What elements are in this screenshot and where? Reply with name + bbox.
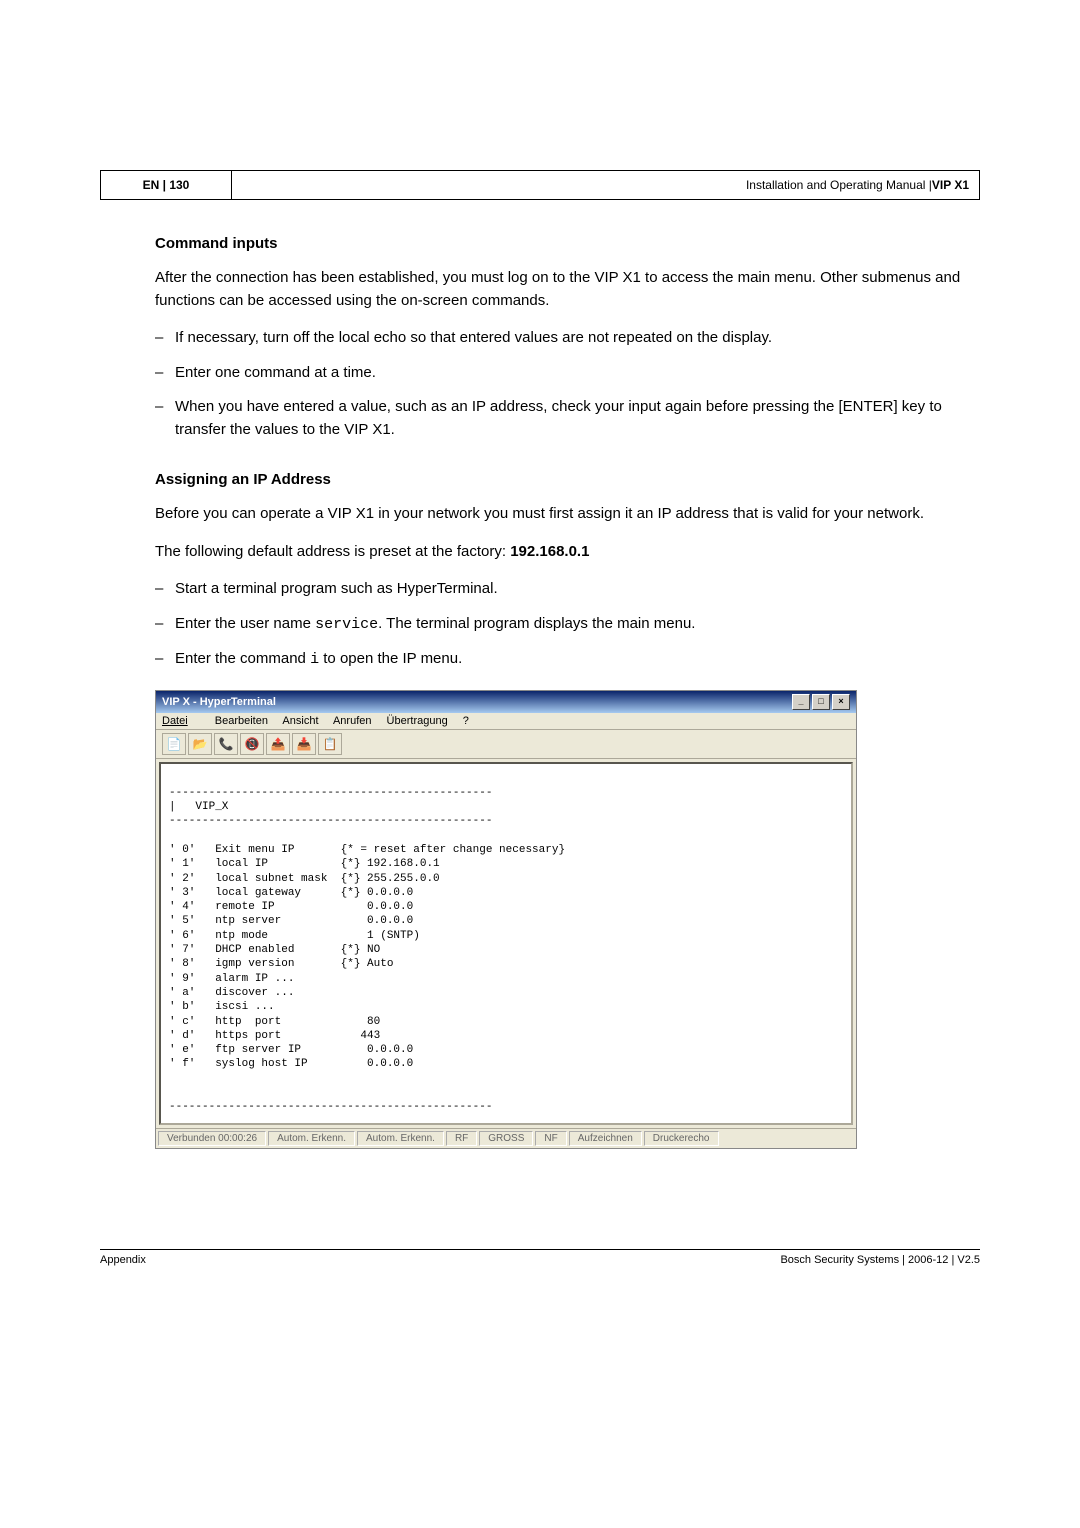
- dash-icon: –: [155, 613, 175, 637]
- list-item: – Start a terminal program such as Hyper…: [155, 578, 980, 601]
- window-controls: _ □ ×: [792, 694, 850, 710]
- maximize-button[interactable]: □: [812, 694, 830, 710]
- header-page-number: EN | 130: [101, 171, 232, 199]
- footer-left: Appendix: [100, 1254, 146, 1266]
- section-command-inputs-title: Command inputs: [155, 235, 980, 252]
- bullet-suffix: . The terminal program displays the main…: [378, 615, 695, 632]
- window-titlebar[interactable]: VIP X - HyperTerminal _ □ ×: [156, 691, 856, 713]
- list-item: – Enter the command i to open the IP men…: [155, 648, 980, 672]
- dash-icon: –: [155, 648, 175, 672]
- window-title: VIP X - HyperTerminal: [162, 696, 276, 708]
- bullet-text: Enter the command i to open the IP menu.: [175, 648, 980, 672]
- menu-uebertragung[interactable]: Übertragung: [387, 715, 448, 727]
- dash-icon: –: [155, 327, 175, 350]
- toolbar-properties-icon[interactable]: 📋: [318, 733, 342, 755]
- header-right-product: VIP X1: [932, 178, 969, 192]
- status-detect1: Autom. Erkenn.: [268, 1131, 355, 1146]
- section2-bullets: – Start a terminal program such as Hyper…: [155, 578, 980, 672]
- toolbar-connect-icon[interactable]: 📞: [214, 733, 238, 755]
- status-echo: Druckerecho: [644, 1131, 719, 1146]
- list-item: – Enter the user name service. The termi…: [155, 613, 980, 637]
- command-code: i: [310, 651, 319, 668]
- menu-datei[interactable]: Datei: [162, 715, 200, 727]
- close-button[interactable]: ×: [832, 694, 850, 710]
- bullet-text: If necessary, turn off the local echo so…: [175, 327, 980, 350]
- section2-paragraph1: Before you can operate a VIP X1 in your …: [155, 503, 980, 526]
- bullet-prefix: Enter the user name: [175, 615, 315, 632]
- bullet-prefix: Enter the command: [175, 650, 310, 667]
- status-nf: NF: [535, 1131, 566, 1146]
- menu-bearbeiten[interactable]: Bearbeiten: [215, 715, 268, 727]
- window-menubar: Datei Bearbeiten Ansicht Anrufen Übertra…: [156, 713, 856, 730]
- section1-paragraph: After the connection has been establishe…: [155, 267, 980, 312]
- bullet-text: Enter the user name service. The termina…: [175, 613, 980, 637]
- status-rf: RF: [446, 1131, 477, 1146]
- toolbar-open-icon[interactable]: 📂: [188, 733, 212, 755]
- para2-prefix: The following default address is preset …: [155, 543, 510, 560]
- status-connected: Verbunden 00:00:26: [158, 1131, 266, 1146]
- page-footer: Appendix Bosch Security Systems | 2006-1…: [100, 1249, 980, 1266]
- dash-icon: –: [155, 396, 175, 441]
- status-detect2: Autom. Erkenn.: [357, 1131, 444, 1146]
- bullet-text: When you have entered a value, such as a…: [175, 396, 980, 441]
- window-statusbar: Verbunden 00:00:26 Autom. Erkenn. Autom.…: [156, 1128, 856, 1148]
- section2-paragraph2: The following default address is preset …: [155, 541, 980, 564]
- header-right-prefix: Installation and Operating Manual |: [746, 178, 932, 192]
- toolbar-send-icon[interactable]: 📤: [266, 733, 290, 755]
- page-header-bar: EN | 130 Installation and Operating Manu…: [100, 170, 980, 200]
- status-gross: GROSS: [479, 1131, 533, 1146]
- toolbar-new-icon[interactable]: 📄: [162, 733, 186, 755]
- toolbar-disconnect-icon[interactable]: 📵: [240, 733, 264, 755]
- list-item: – When you have entered a value, such as…: [155, 396, 980, 441]
- status-record: Aufzeichnen: [569, 1131, 642, 1146]
- section1-bullets: – If necessary, turn off the local echo …: [155, 327, 980, 441]
- menu-anrufen[interactable]: Anrufen: [333, 715, 372, 727]
- toolbar-receive-icon[interactable]: 📥: [292, 733, 316, 755]
- bullet-text: Start a terminal program such as HyperTe…: [175, 578, 980, 601]
- terminal-output[interactable]: ----------------------------------------…: [159, 762, 853, 1125]
- bullet-text: Enter one command at a time.: [175, 362, 980, 385]
- dash-icon: –: [155, 578, 175, 601]
- window-toolbar: 📄 📂 📞 📵 📤 📥 📋: [156, 730, 856, 759]
- menu-help[interactable]: ?: [463, 715, 469, 727]
- dash-icon: –: [155, 362, 175, 385]
- footer-right: Bosch Security Systems | 2006-12 | V2.5: [780, 1254, 980, 1266]
- bullet-suffix: to open the IP menu.: [319, 650, 462, 667]
- list-item: – Enter one command at a time.: [155, 362, 980, 385]
- section-assigning-ip-title: Assigning an IP Address: [155, 471, 980, 488]
- header-title: Installation and Operating Manual | VIP …: [232, 171, 979, 199]
- hyperterminal-window: VIP X - HyperTerminal _ □ × Datei Bearbe…: [155, 690, 857, 1149]
- username-code: service: [315, 616, 378, 633]
- minimize-button[interactable]: _: [792, 694, 810, 710]
- menu-ansicht[interactable]: Ansicht: [282, 715, 318, 727]
- default-ip-address: 192.168.0.1: [510, 543, 589, 560]
- list-item: – If necessary, turn off the local echo …: [155, 327, 980, 350]
